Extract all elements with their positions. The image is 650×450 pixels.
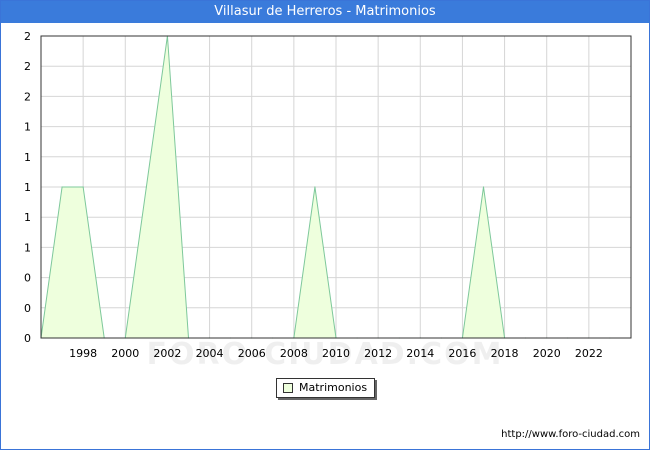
y-tick-label: 1 (24, 241, 31, 254)
legend-swatch (283, 383, 293, 393)
legend-label: Matrimonios (299, 381, 368, 394)
data-point (82, 186, 84, 188)
data-point (61, 186, 63, 188)
y-tick-label: 1 (24, 211, 31, 224)
source-url[interactable]: http://www.foro-ciudad.com (501, 429, 640, 440)
y-tick-label: 2 (24, 90, 31, 103)
y-tick-label: 2 (24, 30, 31, 43)
chart-frame: Villasur de Herreros - Matrimonios 00011… (0, 0, 650, 450)
y-tick-label: 1 (24, 121, 31, 134)
y-tick-label: 0 (24, 272, 31, 285)
watermark: FORO-CIUDAD.COM (146, 337, 504, 372)
data-point (482, 186, 485, 188)
legend: Matrimonios (276, 378, 375, 398)
y-tick-label: 1 (24, 151, 31, 164)
data-point (145, 186, 147, 188)
y-tick-label: 1 (24, 181, 31, 194)
y-tick-label: 0 (24, 302, 31, 315)
y-tick-label: 2 (24, 60, 31, 73)
data-point (314, 186, 316, 188)
